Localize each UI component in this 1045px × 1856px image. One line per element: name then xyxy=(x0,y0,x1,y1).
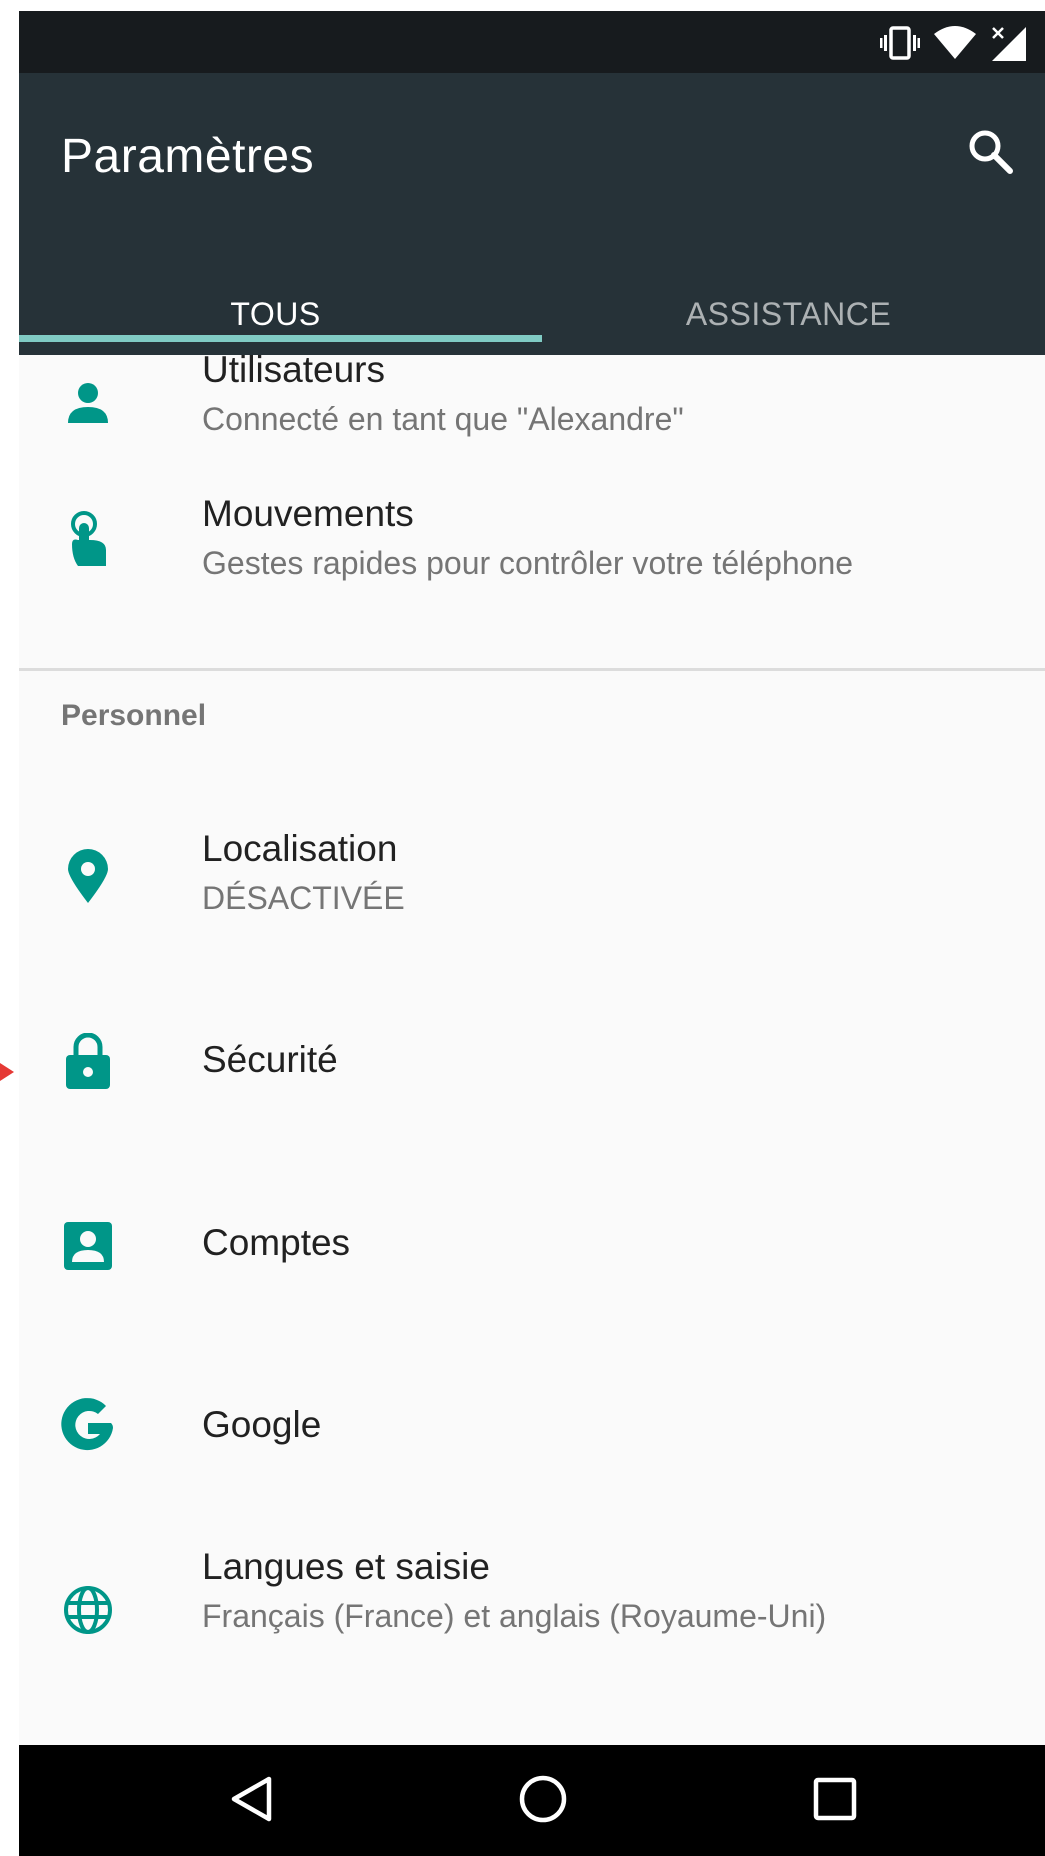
setting-title: Google xyxy=(202,1404,322,1445)
setting-title: Comptes xyxy=(202,1222,351,1263)
pointer-arrow xyxy=(0,1063,14,1081)
page-title: Paramètres xyxy=(61,130,315,183)
home-icon xyxy=(518,1774,568,1829)
signal-no-data-icon xyxy=(990,25,1026,61)
setting-languages[interactable]: Langues et saisie Français (France) et a… xyxy=(19,1546,1045,1706)
search-button[interactable] xyxy=(957,120,1023,186)
back-icon xyxy=(229,1776,275,1827)
tab-tous[interactable]: TOUS xyxy=(19,273,532,355)
vibrate-icon xyxy=(880,25,920,61)
tab-indicator xyxy=(19,335,542,342)
setting-accounts[interactable]: Comptes xyxy=(19,1176,1045,1316)
tab-bar: TOUS ASSISTANCE xyxy=(19,273,1045,355)
status-bar xyxy=(19,11,1045,73)
section-divider xyxy=(19,668,1045,671)
google-icon xyxy=(58,1398,118,1458)
person-icon xyxy=(58,373,118,433)
location-pin-icon xyxy=(58,846,118,906)
setting-subtitle: Français (France) et anglais (Royaume-Un… xyxy=(202,1598,827,1634)
setting-subtitle: DÉSACTIVÉE xyxy=(202,880,405,916)
setting-subtitle: Gestes rapides pour contrôler votre télé… xyxy=(202,545,854,581)
wifi-icon xyxy=(934,26,976,60)
setting-security[interactable]: Sécurité xyxy=(19,991,1045,1131)
home-button[interactable] xyxy=(515,1773,571,1829)
setting-gestures[interactable]: Mouvements Gestes rapides pour contrôler… xyxy=(19,465,1045,615)
setting-title: Localisation xyxy=(202,828,398,869)
setting-users[interactable]: Utilisateurs Connecté en tant que "Alexa… xyxy=(19,349,1045,465)
setting-google[interactable]: Google xyxy=(19,1356,1045,1496)
recents-button[interactable] xyxy=(807,1773,863,1829)
setting-title: Utilisateurs xyxy=(202,349,385,390)
app-bar: Paramètres TOUS ASSISTANCE xyxy=(19,73,1045,355)
gesture-hand-icon xyxy=(58,508,118,568)
tab-assistance[interactable]: ASSISTANCE xyxy=(532,273,1045,355)
setting-title: Mouvements xyxy=(202,493,414,534)
phone-screen: Paramètres TOUS ASSISTANCE Utilisateurs … xyxy=(19,11,1045,1856)
recents-icon xyxy=(813,1777,857,1826)
setting-subtitle: Connecté en tant que "Alexandre" xyxy=(202,401,684,437)
back-button[interactable] xyxy=(224,1773,280,1829)
globe-icon xyxy=(58,1580,118,1640)
lock-icon xyxy=(58,1031,118,1091)
setting-location[interactable]: Localisation DÉSACTIVÉE xyxy=(19,806,1045,966)
search-icon xyxy=(967,128,1013,179)
section-header-personnel: Personnel xyxy=(61,699,207,732)
navigation-bar xyxy=(19,1745,1045,1856)
setting-title: Sécurité xyxy=(202,1039,338,1080)
setting-title: Langues et saisie xyxy=(202,1546,490,1587)
account-box-icon xyxy=(58,1216,118,1276)
